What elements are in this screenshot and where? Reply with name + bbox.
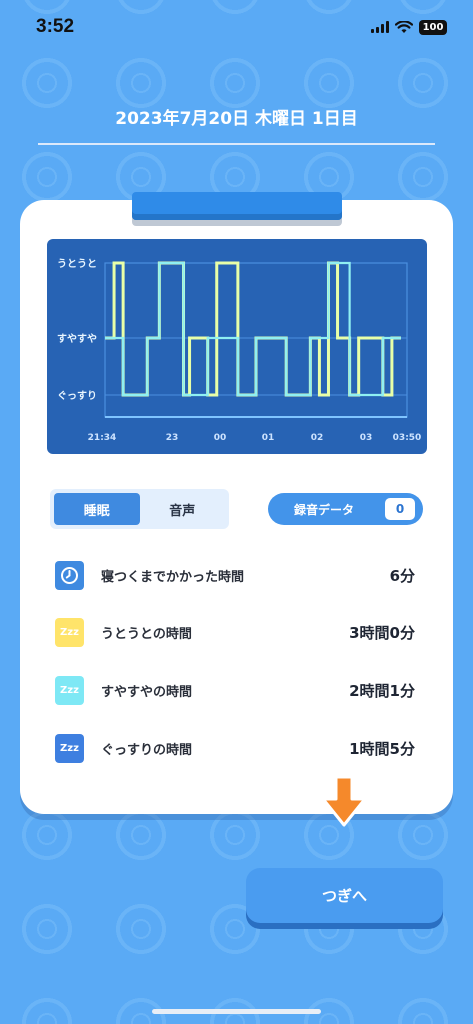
status-bar: 3:52 100 — [0, 0, 473, 54]
stat-row-fall-asleep: 寝つくまでかかった時間 6分 — [55, 560, 415, 590]
stat-value: 6分 — [389, 566, 415, 585]
status-icons: 100 — [371, 19, 447, 35]
tab-sleep[interactable]: 睡眠 — [54, 493, 140, 525]
wifi-icon — [395, 20, 413, 33]
zzz-light-icon: Zzz — [55, 617, 84, 647]
recording-data-label: 録音データ — [294, 502, 355, 517]
card-clip — [132, 192, 342, 220]
chart-x-label: 01 — [262, 433, 275, 443]
chart-x-label: 21:34 — [88, 433, 117, 443]
chart-series-line — [105, 261, 401, 397]
stat-label: うとうとの時間 — [101, 626, 192, 642]
stat-row-medium-sleep: Zzz すやすやの時間 2時間1分 — [55, 675, 415, 705]
date-title: 2023年7月20日 木曜日 1日目 — [115, 109, 358, 129]
arrow-down-icon — [321, 775, 367, 827]
clock-icon — [55, 560, 84, 590]
sleep-chart-svg: うとうとすやすやぐっすり 21:34 23 00 01 02 03 03:50 — [57, 258, 422, 443]
chart-y-label: すやすや — [57, 333, 97, 345]
view-toggle: 睡眠 音声 — [50, 489, 229, 529]
chart-x-label: 23 — [166, 433, 179, 443]
zzz-medium-icon: Zzz — [55, 675, 84, 705]
chart-x-label: 00 — [214, 433, 227, 443]
sleep-chart: うとうとすやすやぐっすり 21:34 23 00 01 02 03 03:50 — [47, 239, 427, 454]
stat-value: 1時間5分 — [349, 739, 415, 758]
stat-value: 2時間1分 — [349, 681, 415, 700]
stat-label: 寝つくまでかかった時間 — [101, 569, 245, 585]
chart-y-label: うとうと — [57, 258, 97, 270]
recording-count-badge: 0 — [385, 498, 415, 520]
stat-label: すやすやの時間 — [101, 684, 193, 700]
chart-x-label: 03 — [360, 433, 373, 443]
signal-icon — [371, 21, 389, 33]
recording-data-button[interactable]: 録音データ 0 — [268, 493, 423, 525]
stat-value: 3時間0分 — [349, 623, 415, 642]
chart-x-label: 02 — [311, 433, 324, 443]
tab-sound[interactable]: 音声 — [140, 493, 226, 525]
chart-y-label: ぐっすり — [57, 390, 97, 402]
next-button[interactable]: つぎへ — [246, 868, 443, 923]
status-time: 3:52 — [36, 16, 75, 37]
header-divider — [38, 143, 435, 145]
home-indicator — [152, 1009, 321, 1014]
chart-series-line — [105, 261, 401, 397]
chart-x-label: 03:50 — [393, 433, 422, 443]
battery-icon: 100 — [419, 19, 447, 35]
stat-row-deep-sleep: Zzz ぐっすりの時間 1時間5分 — [55, 733, 415, 763]
zzz-deep-icon: Zzz — [55, 733, 84, 763]
stat-row-light-sleep: Zzz うとうとの時間 3時間0分 — [55, 617, 415, 647]
stat-label: ぐっすりの時間 — [101, 742, 193, 758]
